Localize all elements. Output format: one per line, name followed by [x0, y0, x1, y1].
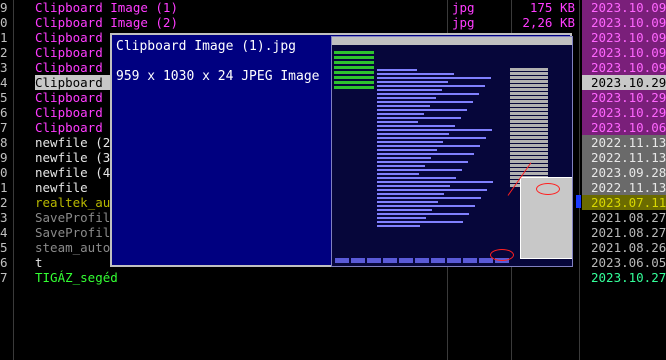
file-date: 2023.06.05: [591, 255, 666, 270]
image-preview: [331, 36, 573, 267]
row-number: 4: [0, 75, 8, 90]
file-date: 2023.09.28: [582, 165, 666, 180]
file-row[interactable]: 9 Clipboard Image (1) jpg 175 KB 2023.10.09: [0, 0, 666, 15]
file-date: 2023.10.09: [582, 30, 666, 45]
row-number: 3: [0, 60, 8, 75]
file-size: 2,26 KB: [522, 15, 575, 30]
file-date: 2022.11.13: [582, 135, 666, 150]
file-date: 2022.11.13: [582, 180, 666, 195]
preview-keybar: [334, 252, 512, 264]
file-date: 2023.10.29: [582, 105, 666, 120]
row-number: 4: [0, 225, 8, 240]
preview-file-list: [377, 67, 507, 237]
row-number: 5: [0, 90, 8, 105]
file-date: 2023.10.09: [582, 60, 666, 75]
row-number: 5: [0, 240, 8, 255]
file-name: Clipboard Image (1): [35, 0, 178, 15]
file-row[interactable]: 7 TIGÁZ_segéd 2023.10.27: [0, 270, 666, 285]
image-title: Clipboard Image (1).jpg: [116, 39, 297, 54]
row-number: 7: [0, 120, 8, 135]
row-number: 3: [0, 210, 8, 225]
row-number: 9: [0, 0, 8, 15]
row-number: 8: [0, 135, 8, 150]
preview-annotation-circle: [536, 183, 560, 195]
image-info: 959 x 1030 x 24 JPEG Image: [116, 69, 320, 84]
file-date: 2022.11.13: [582, 150, 666, 165]
file-date: 2023.10.09: [582, 0, 666, 15]
file-date: 2023.10.09: [582, 15, 666, 30]
row-number: 2: [0, 195, 8, 210]
file-date: 2021.08.27: [591, 210, 666, 225]
row-number: 1: [0, 180, 8, 195]
file-ext: jpg: [452, 15, 475, 30]
row-number: 7: [0, 270, 8, 285]
row-number: 1: [0, 30, 8, 45]
file-name: TIGÁZ_segéd: [35, 270, 118, 285]
preview-tree: [334, 49, 374, 129]
row-number: 0: [0, 165, 8, 180]
file-date: 2023.10.06: [582, 120, 666, 135]
file-date: 2023.10.29: [582, 75, 666, 90]
row-number: 6: [0, 255, 8, 270]
file-name: Clipboard Image (2): [35, 15, 178, 30]
file-ext: jpg: [452, 0, 475, 15]
file-date: 2021.08.26: [591, 240, 666, 255]
scroll-marker: [576, 195, 581, 208]
row-number: 9: [0, 150, 8, 165]
preview-menubar: [332, 37, 572, 45]
file-date: 2021.08.27: [591, 225, 666, 240]
file-date: 2023.07.11: [582, 195, 666, 210]
file-date: 2023.10.09: [582, 45, 666, 60]
file-date: 2023.10.29: [582, 90, 666, 105]
file-row[interactable]: 0 Clipboard Image (2) jpg 2,26 KB 2023.10.09: [0, 15, 666, 30]
row-number: 2: [0, 45, 8, 60]
file-size: 175 KB: [529, 0, 575, 15]
file-date: 2023.10.27: [591, 270, 666, 285]
row-number: 6: [0, 105, 8, 120]
row-number: 0: [0, 15, 8, 30]
preview-annotation-circle: [490, 249, 514, 261]
